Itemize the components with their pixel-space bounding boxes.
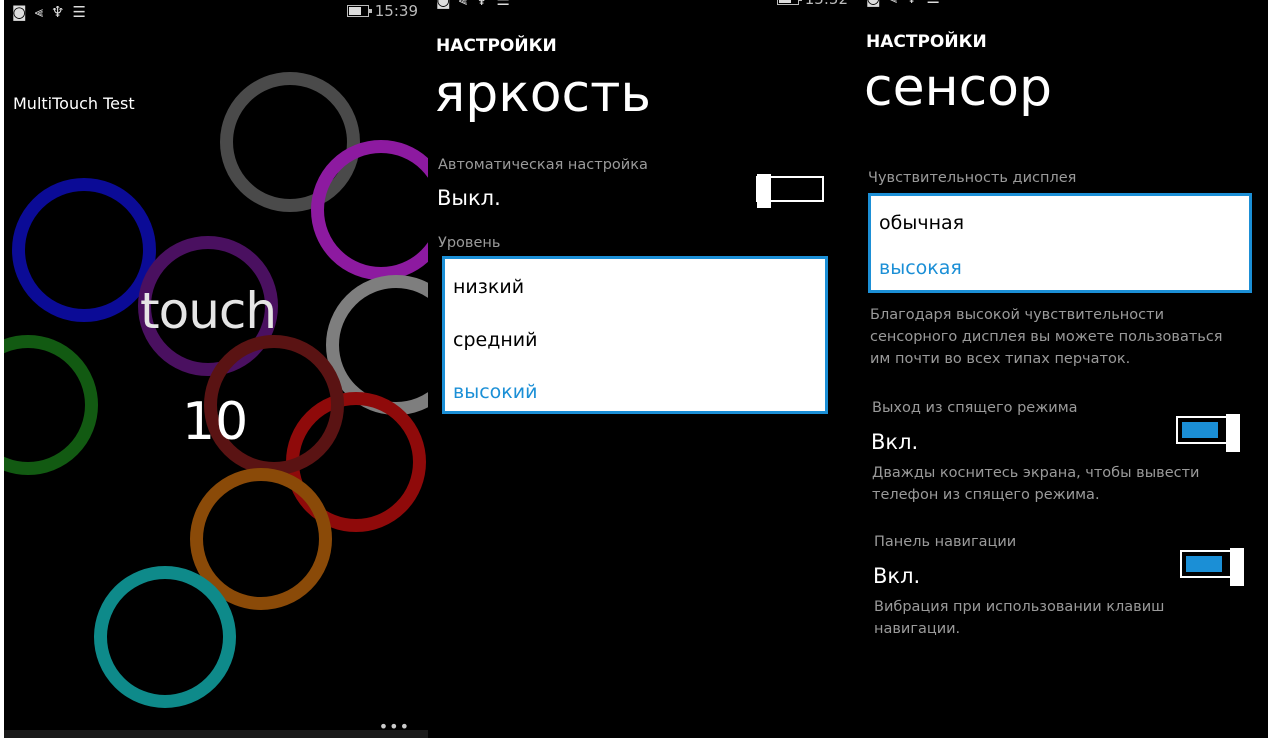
message-icon: ☰ <box>496 0 510 9</box>
description-line: телефон из спящего режима. <box>872 487 1100 503</box>
message-icon: ☰ <box>72 3 86 21</box>
battery-icon <box>346 5 372 17</box>
toggle-track <box>1182 422 1218 438</box>
sensitivity-picker[interactable]: обычная высокая <box>868 193 1252 293</box>
section-header: НАСТРОЙКИ <box>436 36 557 56</box>
wifi-icon: ⫷ <box>458 0 468 9</box>
app-bar <box>4 730 428 738</box>
wake-toggle[interactable] <box>1176 414 1240 452</box>
touch-ring <box>4 335 98 475</box>
status-time: 15:39 <box>374 2 418 20</box>
wake-label: Выход из спящего режима <box>872 400 1078 416</box>
brightness-settings-screen: ◙ ⫷ ♆ ☰ 15:52 НАСТРОЙКИ яркость Автомати… <box>428 0 858 738</box>
more-icon[interactable]: ••• <box>379 717 410 736</box>
wake-value: Вкл. <box>871 430 919 454</box>
description-line: Благодаря высокой чувствительности <box>870 307 1164 323</box>
battery-icon <box>776 0 802 5</box>
auto-brightness-value: Выкл. <box>437 186 501 210</box>
touch-ring <box>12 178 156 322</box>
navbar-value: Вкл. <box>873 564 921 588</box>
level-label: Уровень <box>438 235 501 251</box>
message-icon: ☰ <box>926 0 939 7</box>
wifi-icon: ⫷ <box>889 0 897 7</box>
sensitivity-description: Благодаря высокой чувствительности сенсо… <box>870 304 1223 370</box>
sensitivity-option-high[interactable]: высокая <box>879 257 962 279</box>
section-header: НАСТРОЙКИ <box>866 32 987 52</box>
description-line: Вибрация при использовании клавиш <box>874 599 1165 615</box>
status-bar: ◙ ⫷ ♆ ☰ 15:52 <box>428 0 858 14</box>
bluetooth-icon: ♆ <box>475 0 489 9</box>
description-line: им почти во всех типах перчаток. <box>870 351 1131 367</box>
nfc-icon: ◙ <box>12 3 27 21</box>
description-line: навигации. <box>874 621 961 637</box>
toggle-knob <box>757 174 771 208</box>
navbar-toggle[interactable] <box>1180 548 1244 586</box>
sensitivity-label: Чувствительность дисплея <box>868 170 1077 186</box>
wake-description: Дважды коснитесь экрана, чтобы вывести т… <box>872 462 1199 506</box>
description-line: Дважды коснитесь экрана, чтобы вывести <box>872 465 1200 481</box>
auto-brightness-label: Автоматическая настройка <box>438 157 648 173</box>
status-time: 15:52 <box>805 0 848 8</box>
wifi-icon: ⫷ <box>34 3 44 21</box>
level-option-medium[interactable]: средний <box>453 329 537 351</box>
description-line: сенсорного дисплея вы можете пользоватьс… <box>870 329 1223 345</box>
bluetooth-icon: ♆ <box>51 3 65 21</box>
app-title: MultiTouch Test <box>13 94 135 113</box>
brightness-level-picker[interactable]: низкий средний высокий <box>442 256 828 414</box>
multitouch-screen[interactable]: ◙ ⫷ ♆ ☰ 15:39 MultiTouch Test touch 10 •… <box>4 0 428 738</box>
page-title: яркость <box>434 64 652 124</box>
touch-ring <box>94 566 236 708</box>
nfc-icon: ◙ <box>436 0 451 9</box>
page-title: сенсор <box>864 58 1052 118</box>
touch-count: 10 <box>182 392 249 452</box>
touch-settings-screen: ◙ ⫷ ♆ ☰ НАСТРОЙКИ сенсор Чувствительност… <box>858 0 1268 738</box>
toggle-knob <box>1226 414 1240 452</box>
auto-brightness-toggle[interactable] <box>756 174 824 208</box>
status-bar: ◙ ⫷ ♆ ☰ 15:39 <box>4 0 428 26</box>
touch-label: touch <box>140 282 277 340</box>
bluetooth-icon: ♆ <box>905 0 918 7</box>
navbar-description: Вибрация при использовании клавиш навига… <box>874 596 1164 640</box>
toggle-track <box>1186 556 1222 572</box>
sensitivity-option-normal[interactable]: обычная <box>879 212 964 234</box>
nfc-icon: ◙ <box>866 0 881 7</box>
status-bar: ◙ ⫷ ♆ ☰ <box>858 0 1268 12</box>
level-option-high[interactable]: высокий <box>453 381 537 403</box>
toggle-knob <box>1230 548 1244 586</box>
navbar-label: Панель навигации <box>874 534 1017 550</box>
level-option-low[interactable]: низкий <box>453 276 524 298</box>
